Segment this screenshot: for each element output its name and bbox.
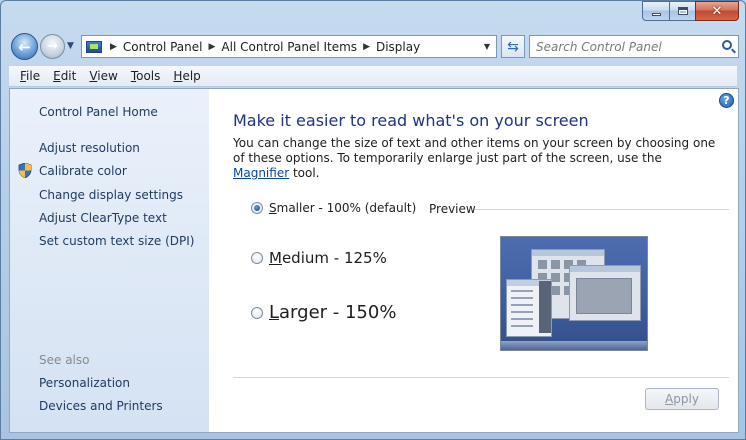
apply-button[interactable]: Apply [645,388,719,410]
see-also-heading: See also [39,353,90,367]
main-content: ? Make it easier to read what's on your … [209,89,738,432]
caption-buttons: ✕ [642,1,739,21]
calibrate-color-link[interactable]: Calibrate color [39,164,127,178]
menu-bar: File Edit View Tools Help [9,65,737,87]
forward-arrow-icon: → [47,39,58,54]
search-input[interactable] [536,39,716,54]
menu-edit[interactable]: Edit [53,69,76,83]
apply-accel: A [665,392,674,406]
refresh-button[interactable]: ⇆ [501,35,525,58]
change-display-settings-link[interactable]: Change display settings [39,188,183,202]
adjust-resolution-link[interactable]: Adjust resolution [39,141,140,155]
search-box[interactable] [529,35,739,58]
task-pane: Control Panel Home Adjust resolution Cal… [10,89,209,432]
preview-divider [475,209,729,210]
preview-panel [539,281,551,333]
bottom-divider [233,377,729,378]
close-button[interactable]: ✕ [695,1,739,21]
option-larger-label: arger - 150% [279,302,397,323]
close-icon: ✕ [711,3,723,19]
address-bar[interactable]: ▶ Control Panel ▶ All Control Panel Item… [81,35,497,58]
option-medium-accel: M [269,249,282,267]
option-medium-label: edium - 125% [281,249,387,267]
address-dropdown-icon[interactable]: ▼ [484,42,490,51]
menu-tools[interactable]: Tools [131,69,161,83]
menu-file[interactable]: File [20,69,40,83]
window-frame: ✕ ← → ▼ ▶ Control Panel ▶ All Control Pa… [0,0,746,440]
option-smaller-accel: S [269,201,277,215]
breadcrumb-all-items[interactable]: All Control Panel Items [221,40,357,54]
menu-help-label: elp [182,69,201,83]
minimize-icon [651,12,661,16]
uac-shield-icon [18,163,32,178]
breadcrumb-arrow-icon[interactable]: ▶ [110,42,117,52]
preview-image [500,236,648,351]
radio-medium[interactable] [251,252,263,264]
maximize-button[interactable] [669,1,695,21]
forward-button[interactable]: → [40,34,65,59]
preview-taskbar [501,341,647,350]
navigation-bar: ← → ▼ ▶ Control Panel ▶ All Control Pane… [9,31,739,63]
description-text: You can change the size of text and othe… [233,136,716,165]
help-icon[interactable]: ? [719,93,734,108]
chevron-down-icon: ▼ [67,41,74,51]
apply-label: pply [673,392,699,406]
radio-smaller[interactable] [251,202,263,214]
personalization-link[interactable]: Personalization [39,376,130,390]
minimize-button[interactable] [642,1,669,21]
menu-view[interactable]: View [89,69,117,83]
option-larger[interactable]: Larger - 150% [251,302,396,323]
back-button[interactable]: ← [11,33,38,60]
breadcrumb-arrow-icon[interactable]: ▶ [363,42,370,52]
option-larger-accel: L [269,302,280,323]
option-medium[interactable]: Medium - 125% [251,249,387,267]
option-smaller-label: maller - 100% (default) [276,201,417,215]
menu-file-label: ile [26,69,41,83]
breadcrumb-control-panel[interactable]: Control Panel [123,40,203,54]
adjust-cleartype-link[interactable]: Adjust ClearType text [39,211,167,225]
recent-pages-dropdown[interactable]: ▼ [67,41,74,51]
devices-printers-link[interactable]: Devices and Printers [39,399,163,413]
control-panel-home-link[interactable]: Control Panel Home [39,105,158,119]
control-panel-icon [86,40,102,53]
description-text-end: tool. [289,166,320,180]
page-title: Make it easier to read what's on your sc… [233,111,589,130]
client-area: Control Panel Home Adjust resolution Cal… [9,88,739,433]
magnifier-link[interactable]: Magnifier [233,166,289,180]
option-smaller[interactable]: Smaller - 100% (default) [251,201,416,215]
page-description: You can change the size of text and othe… [233,136,717,181]
menu-edit-label: dit [60,69,77,83]
menu-view-label: iew [97,69,118,83]
preview-label: Preview [429,202,476,216]
maximize-icon [677,7,688,15]
menu-tools-label: ools [136,69,161,83]
refresh-icon: ⇆ [507,38,519,55]
menu-edit-accel: E [53,69,61,83]
search-icon[interactable] [722,40,732,50]
back-arrow-icon: ← [18,37,31,56]
radio-larger[interactable] [251,306,263,319]
breadcrumb-display[interactable]: Display [376,40,420,54]
menu-help[interactable]: Help [173,69,200,83]
breadcrumb-arrow-icon[interactable]: ▶ [209,42,216,52]
custom-text-size-link[interactable]: Set custom text size (DPI) [39,234,194,248]
preview-window [569,265,641,321]
